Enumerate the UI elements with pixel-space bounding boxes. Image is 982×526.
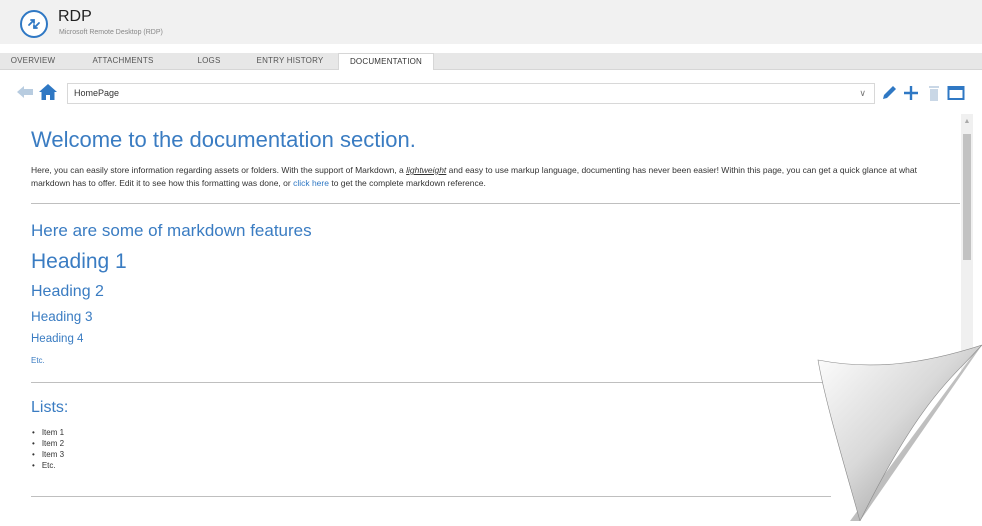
list-item: Item 1 (31, 427, 64, 438)
tab-documentation[interactable]: DOCUMENTATION (338, 53, 434, 70)
list-item: Item 2 (31, 438, 64, 449)
list-item: Etc. (31, 460, 64, 471)
window-icon[interactable] (947, 84, 965, 102)
click-here-link[interactable]: click here (293, 178, 329, 188)
horizontal-rule (31, 203, 960, 204)
tab-bar: OVERVIEW ATTACHMENTS LOGS ENTRY HISTORY … (0, 53, 982, 70)
scroll-up-icon[interactable]: ▲ (961, 118, 973, 125)
tab-overview[interactable]: OVERVIEW (0, 53, 66, 69)
heading-3-sample: Heading 3 (31, 309, 93, 324)
page-curl-graphic (800, 340, 982, 522)
lists-heading: Lists: (31, 399, 69, 416)
page-title: Welcome to the documentation section. (31, 127, 416, 152)
scrollbar-thumb[interactable] (963, 134, 971, 260)
back-arrow-icon[interactable] (17, 85, 33, 99)
etc-text: Etc. (31, 356, 45, 365)
page-select[interactable]: HomePage ∨ (67, 83, 875, 104)
features-heading: Here are some of markdown features (31, 221, 312, 240)
heading-1-sample: Heading 1 (31, 250, 127, 273)
intro-text-3: to get the complete markdown reference. (328, 178, 486, 188)
documentation-toolbar: HomePage ∨ (0, 80, 982, 106)
heading-2-sample: Heading 2 (31, 283, 104, 300)
tab-logs[interactable]: LOGS (178, 53, 240, 69)
page-select-value: HomePage (74, 88, 120, 98)
horizontal-rule (31, 382, 831, 383)
intro-text-1: Here, you can easily store information r… (31, 165, 407, 175)
chevron-down-icon: ∨ (859, 88, 866, 98)
home-icon[interactable] (39, 84, 57, 100)
horizontal-rule (31, 496, 831, 497)
app-title: RDP (58, 8, 92, 25)
list-item: Item 3 (31, 449, 64, 460)
trash-icon[interactable] (925, 84, 943, 102)
bullet-list: Item 1 Item 2 Item 3 Etc. (31, 427, 64, 471)
app-header: RDP Microsoft Remote Desktop (RDP) (0, 0, 982, 44)
app-subtitle: Microsoft Remote Desktop (RDP) (59, 29, 163, 36)
heading-4-sample: Heading 4 (31, 333, 84, 345)
tab-attachments[interactable]: ATTACHMENTS (70, 53, 176, 69)
intro-paragraph: Here, you can easily store information r… (31, 164, 951, 190)
rdp-connection-icon (20, 10, 48, 38)
tab-entry-history[interactable]: ENTRY HISTORY (244, 53, 336, 69)
intro-emphasis: lightweight (406, 165, 447, 175)
plus-icon[interactable] (902, 84, 920, 102)
pencil-icon[interactable] (880, 84, 898, 102)
